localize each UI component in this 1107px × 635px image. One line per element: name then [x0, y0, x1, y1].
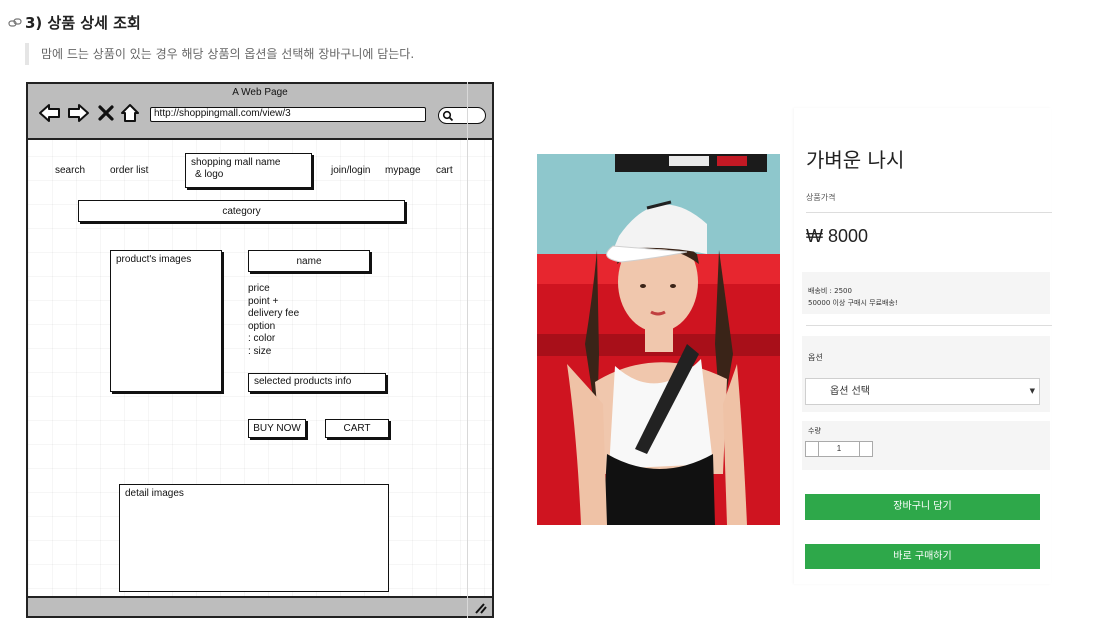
product-price: ₩ 8000: [806, 226, 868, 247]
browser-statusbar: [28, 596, 492, 616]
buy-now-button[interactable]: 바로 구매하기: [805, 544, 1040, 569]
divider: [806, 325, 1052, 326]
option-label: 옵션: [808, 353, 823, 362]
vertical-divider: [467, 82, 468, 618]
nav-search[interactable]: search: [55, 165, 85, 176]
logo-placeholder[interactable]: shopping mall name & logo: [185, 153, 312, 188]
currency-symbol: ₩: [806, 226, 823, 246]
detail-images-placeholder: detail images: [119, 484, 389, 592]
option-select-value: 옵션 선택: [830, 386, 870, 397]
browser-search-field[interactable]: [438, 107, 486, 124]
section-heading: 3) 상품 상세 조회: [8, 12, 141, 33]
logo-line-1: shopping mall name: [191, 157, 281, 168]
category-bar[interactable]: category: [78, 200, 405, 222]
price-value: 8000: [828, 226, 869, 246]
product-spec-list: price point + delivery fee option : colo…: [248, 283, 299, 359]
wireframe-buy-now-button[interactable]: BUY NOW: [248, 419, 306, 438]
quantity-decrease-button[interactable]: [805, 441, 819, 457]
description-quote: 맘에 드는 상품이 있는 경우 해당 상품의 옵션을 선택해 장바구니에 담는다…: [25, 43, 414, 65]
shipping-info-box: 배송비 : 2500 50000 이상 구매시 무료배송!: [802, 272, 1050, 314]
spec-color: : color: [248, 333, 276, 345]
product-photo: [537, 154, 780, 525]
add-to-cart-button[interactable]: 장바구니 담기: [805, 494, 1040, 520]
spec-delivery-fee: delivery fee: [248, 308, 300, 320]
price-label: 상품가격: [806, 193, 836, 202]
browser-window-title: A Web Page: [232, 87, 288, 98]
resize-grip-icon[interactable]: [473, 602, 487, 614]
wireframe-mockup: A Web Page http://shoppingmall.com/view/…: [26, 82, 494, 618]
link-icon: [8, 17, 22, 27]
product-images-placeholder: product's images: [110, 250, 222, 392]
shipping-fee: 배송비 : 2500: [808, 287, 852, 295]
spec-price: price: [248, 283, 270, 294]
nav-join-login[interactable]: join/login: [331, 165, 370, 176]
product-name-box: name: [248, 250, 370, 272]
address-bar[interactable]: http://shoppingmall.com/view/3: [150, 107, 426, 122]
spec-point: point +: [248, 295, 279, 307]
quantity-input[interactable]: 1: [819, 441, 859, 457]
quantity-increase-button[interactable]: [859, 441, 873, 457]
browser-titlebar: A Web Page http://shoppingmall.com/view/…: [28, 84, 492, 140]
search-icon: [442, 110, 454, 122]
description-text: 맘에 드는 상품이 있는 경우 해당 상품의 옵션을 선택해 장바구니에 담는다…: [41, 47, 415, 61]
quantity-label: 수량: [808, 427, 821, 435]
heading-title: 3) 상품 상세 조회: [25, 14, 141, 32]
spec-size: : size: [248, 345, 272, 357]
option-select[interactable]: 옵션 선택 ▼: [805, 378, 1040, 405]
nav-cart[interactable]: cart: [436, 165, 453, 176]
logo-line-2: & logo: [195, 169, 224, 180]
home-icon[interactable]: [119, 102, 141, 124]
quantity-stepper[interactable]: 1: [805, 441, 873, 457]
back-arrow-icon[interactable]: [38, 102, 62, 124]
stop-x-icon[interactable]: [98, 102, 114, 124]
caret-down-icon: ▼: [1029, 387, 1035, 395]
divider: [806, 212, 1052, 213]
nav-mypage[interactable]: mypage: [385, 165, 421, 176]
spec-option: option: [248, 320, 276, 332]
selected-products-info: selected products info: [248, 373, 386, 392]
shipping-note: 50000 이상 구매시 무료배송!: [808, 299, 898, 307]
product-detail-panel: 가벼운 나시 상품가격 ₩ 8000 배송비 : 2500 50000 이상 구…: [794, 108, 1052, 584]
forward-arrow-icon[interactable]: [66, 102, 90, 124]
product-name: 가벼운 나시: [806, 148, 905, 172]
wireframe-cart-button[interactable]: CART: [325, 419, 389, 438]
nav-order-list[interactable]: order list: [110, 165, 148, 176]
